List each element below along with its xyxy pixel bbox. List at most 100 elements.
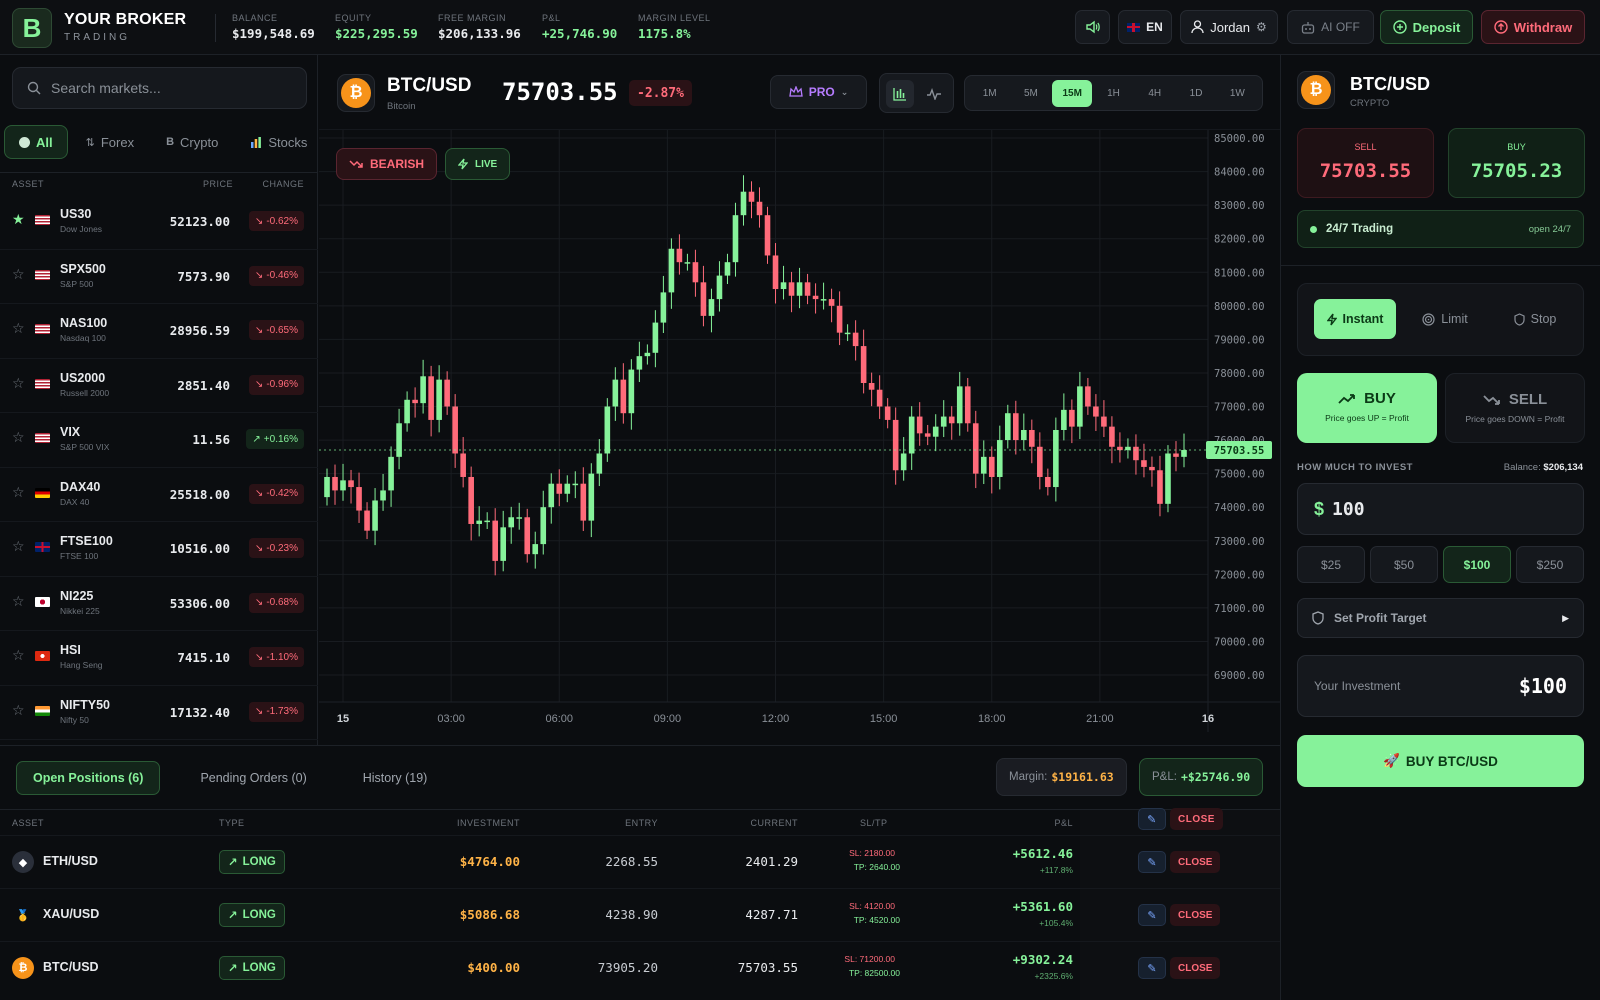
asset-row-nas100[interactable]: ☆ NAS100 Nasdaq 100 28956.59 ↘ -0.65%	[0, 304, 318, 359]
candle-body	[604, 406, 611, 454]
profit-target-toggle[interactable]: Set Profit Target ▶	[1297, 598, 1584, 638]
candle	[1173, 441, 1179, 472]
line-chart-icon[interactable]	[920, 80, 948, 108]
edit-button[interactable]: ✎	[1138, 904, 1166, 926]
edit-button[interactable]: ✎	[1138, 808, 1166, 830]
close-button[interactable]: CLOSE	[1170, 851, 1221, 873]
timeframe-1h[interactable]: 1H	[1093, 80, 1133, 107]
in-flag-icon	[35, 705, 50, 716]
preset-amount-button[interactable]: $100	[1443, 546, 1511, 583]
filter-all[interactable]: All	[4, 125, 68, 159]
preset-amount-button[interactable]: $50	[1370, 546, 1438, 583]
deposit-button[interactable]: Deposit	[1380, 10, 1473, 44]
timeframe-5m[interactable]: 5M	[1011, 80, 1051, 107]
timeframe-1m[interactable]: 1M	[970, 80, 1010, 107]
candle	[1004, 404, 1011, 449]
star-icon[interactable]: ☆	[12, 321, 26, 335]
timeframe-4h[interactable]: 4H	[1135, 80, 1175, 107]
close-button[interactable]: CLOSE	[1170, 808, 1223, 830]
asset-row-hsi[interactable]: ☆ HSI Hang Seng 7415.10 ↘ -1.10%	[0, 631, 318, 686]
sell-quote[interactable]: SELL 75703.55	[1297, 128, 1434, 198]
order-type-stop[interactable]: Stop	[1494, 299, 1576, 339]
tab-pending-orders[interactable]: Pending Orders (0)	[184, 761, 322, 795]
symbol-title[interactable]: BTC/USD	[387, 75, 471, 97]
star-icon[interactable]: ☆	[12, 430, 26, 444]
star-icon[interactable]: ☆	[12, 648, 26, 662]
candle-body	[932, 426, 939, 437]
asset-row-us2000[interactable]: ☆ US2000 Russell 2000 2851.40 ↘ -0.96%	[0, 359, 318, 413]
position-row[interactable]: ◆ ETH/USD ↗ LONG $4764.00 2268.55 2401.29 SL: 2…	[0, 835, 1280, 888]
y-tick-label: 81000.00	[1214, 267, 1265, 279]
candle-body	[324, 476, 330, 498]
timeframe-15m[interactable]: 15M	[1052, 79, 1093, 107]
candlestick-chart[interactable]: 85000.00 84000.00 83000.00 82000.00 81000.00…	[319, 130, 1280, 745]
candle-body	[868, 383, 875, 390]
star-icon[interactable]: ☆	[12, 703, 26, 717]
asset-row-ftse100[interactable]: ☆ FTSE100 FTSE 100 10516.00 ↘ -0.23%	[0, 522, 318, 577]
price-chart[interactable]: 85000.00 84000.00 83000.00 82000.00 81000.00…	[319, 130, 1280, 745]
edit-button[interactable]: ✎	[1138, 851, 1166, 873]
asset-row-spx500[interactable]: ☆ SPX500 S&P 500 7573.90 ↘ -0.46%	[0, 250, 318, 304]
filter-crypto[interactable]: B Crypto	[152, 125, 232, 159]
candle-body	[1037, 446, 1043, 477]
filter-stocks[interactable]: Stocks	[236, 125, 321, 159]
col-asset: ASSET	[12, 178, 45, 189]
asset-row-dax40[interactable]: ☆ DAX40 DAX 40 25518.00 ↘ -0.42%	[0, 468, 318, 522]
candle	[1053, 417, 1059, 502]
candle	[484, 512, 490, 530]
search-input[interactable]	[51, 80, 281, 96]
timeframe-1d[interactable]: 1D	[1176, 80, 1216, 107]
y-tick-label: 78000.00	[1214, 368, 1265, 380]
star-icon[interactable]: ☆	[12, 376, 26, 390]
edit-button[interactable]: ✎	[1138, 957, 1166, 979]
position-row[interactable]: ₿ BTC/USD ↗ LONG $400.00 73905.20 75703.55 SL: …	[0, 941, 1280, 994]
preset-amount-button[interactable]: $25	[1297, 546, 1365, 583]
amount-value[interactable]: 100	[1332, 499, 1365, 520]
chevron-right-icon: ▶	[1562, 612, 1569, 623]
candle	[380, 473, 386, 511]
search-box[interactable]	[12, 67, 307, 109]
brand-logo[interactable]: B	[12, 8, 52, 48]
sell-side-button[interactable]: SELL Price goes DOWN = Profit	[1445, 373, 1585, 443]
x-tick-label: 18:00	[978, 713, 1006, 725]
preset-amount-button[interactable]: $250	[1516, 546, 1584, 583]
filter-forex[interactable]: ⇅ Forex	[72, 125, 148, 159]
tab-open-positions[interactable]: Open Positions (6)	[16, 761, 161, 795]
buy-side-button[interactable]: BUY Price goes UP = Profit	[1297, 373, 1437, 443]
asset-row-vix[interactable]: ☆ VIX S&P 500 VIX 11.56 ↗ +0.16%	[0, 413, 318, 468]
pro-button[interactable]: PRO ⌄	[770, 75, 867, 109]
user-menu-button[interactable]: Jordan ⚙	[1180, 10, 1278, 44]
position-row[interactable]: 🥇 XAU/USD ↗ LONG $5086.68 4238.90 4287.71 SL: 4…	[0, 888, 1280, 941]
star-icon[interactable]: ☆	[12, 485, 26, 499]
submit-buy-button[interactable]: 🚀 BUY BTC/USD	[1297, 735, 1584, 787]
candle	[652, 310, 659, 368]
candle	[556, 469, 563, 507]
candle	[660, 275, 667, 333]
candle-body	[860, 346, 867, 384]
candle-body	[452, 406, 458, 454]
sound-toggle-button[interactable]	[1075, 10, 1110, 44]
star-icon[interactable]: ☆	[12, 594, 26, 608]
close-button[interactable]: CLOSE	[1170, 904, 1221, 926]
amount-input[interactable]: $ 100	[1297, 483, 1584, 535]
order-type-instant[interactable]: Instant	[1314, 299, 1396, 339]
sell-side-desc: Price goes DOWN = Profit	[1465, 414, 1565, 424]
language-button[interactable]: EN	[1118, 10, 1172, 44]
withdraw-button[interactable]: Withdraw	[1481, 10, 1585, 44]
asset-row-ni225[interactable]: ☆ NI225 Nikkei 225 53306.00 ↘ -0.68%	[0, 577, 318, 631]
star-icon[interactable]: ☆	[12, 267, 26, 281]
timeframe-1w[interactable]: 1W	[1217, 80, 1257, 107]
tab-history[interactable]: History (19)	[347, 761, 444, 795]
asset-row-nifty50[interactable]: ☆ NIFTY50 Nifty 50 17132.40 ↘ -1.73%	[0, 686, 318, 740]
hk-flag-icon	[35, 651, 50, 661]
order-type-limit[interactable]: Limit	[1404, 299, 1486, 339]
position-entry: 2268.55	[605, 854, 658, 869]
star-icon[interactable]: ☆	[12, 539, 26, 553]
ai-toggle-button[interactable]: AI OFF	[1287, 10, 1374, 44]
asset-row-us30[interactable]: ★ US30 Dow Jones 52123.00 ↘ -0.62%	[0, 195, 318, 250]
candles-icon[interactable]	[886, 80, 914, 108]
star-icon[interactable]: ★	[12, 212, 26, 226]
buy-quote[interactable]: BUY 75705.23	[1448, 128, 1585, 198]
position-current: 75703.55	[737, 960, 798, 975]
close-button[interactable]: CLOSE	[1170, 957, 1221, 979]
